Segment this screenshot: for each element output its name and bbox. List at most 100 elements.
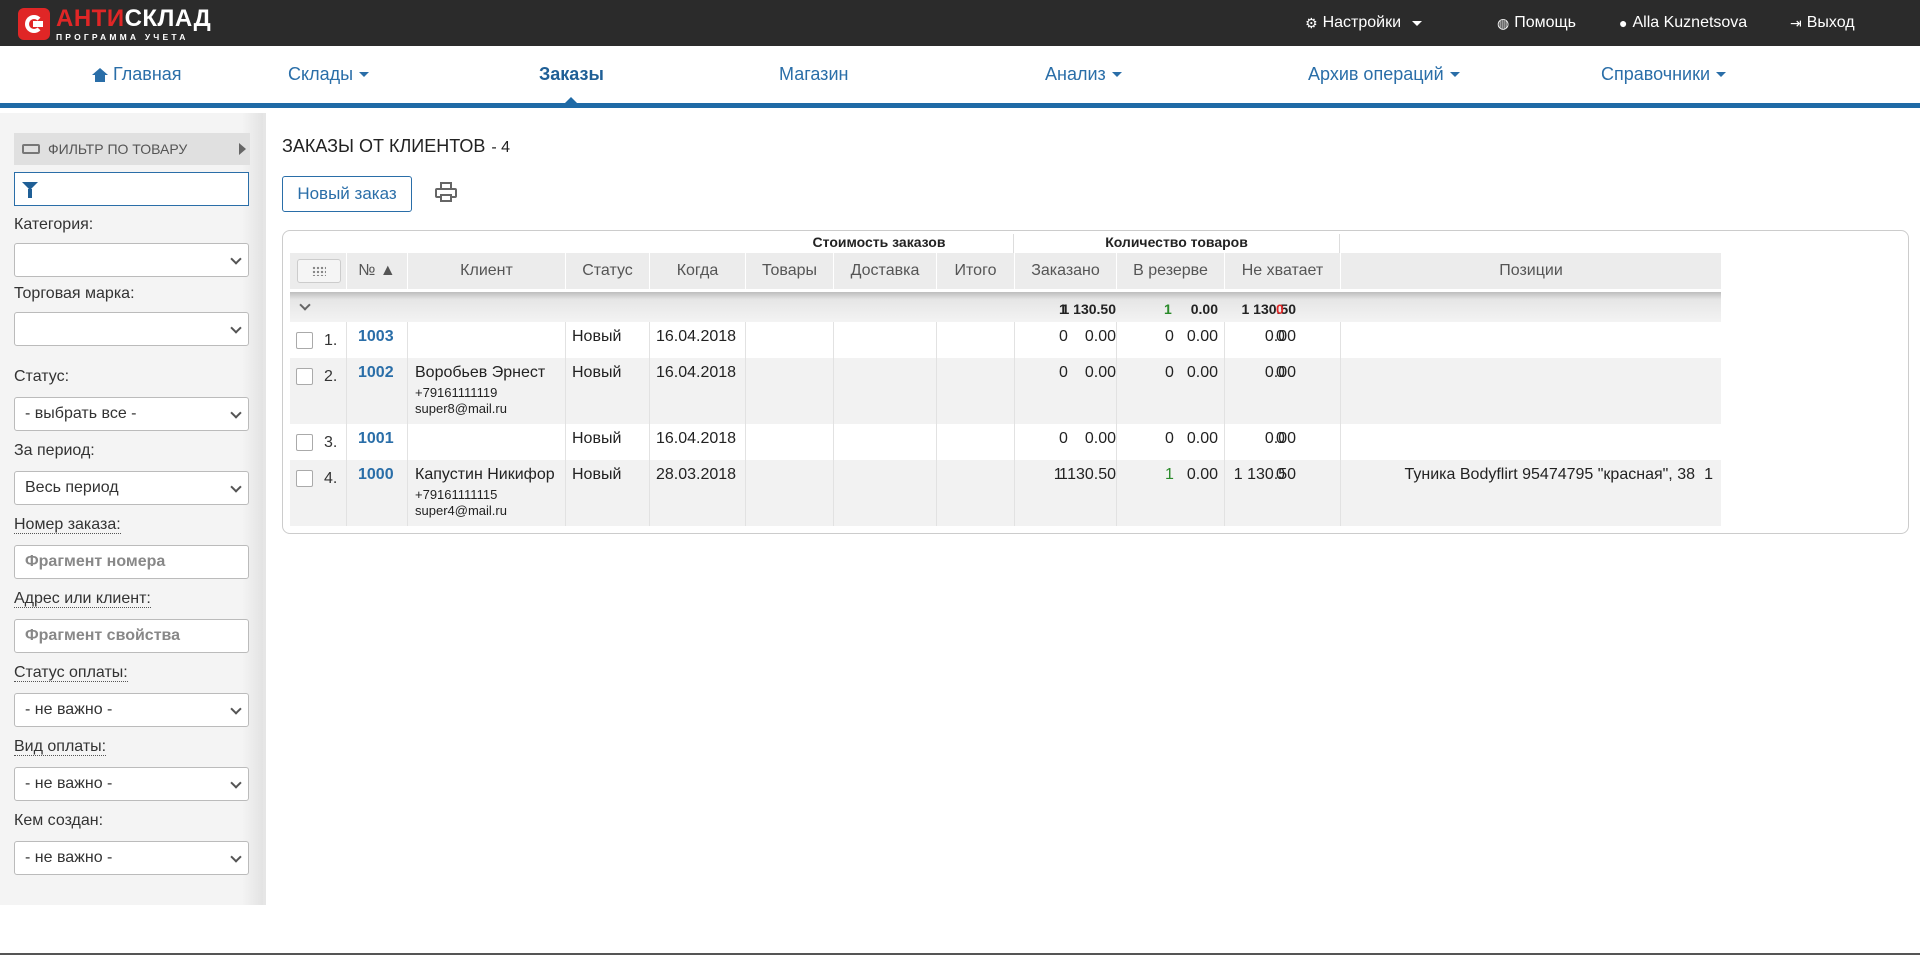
help-label: Помощь	[1514, 14, 1577, 31]
nav-shop-label: Магазин	[779, 64, 849, 84]
nav-orders[interactable]: Заказы	[539, 46, 604, 104]
client-name: Капустин Никифор	[415, 466, 555, 483]
logout-link[interactable]: ⇥ Выход	[1790, 0, 1855, 46]
table-row[interactable]: 4. 1000 Капустин Никифор +79161111115 su…	[290, 460, 1721, 526]
product-filter-input[interactable]	[14, 172, 249, 206]
row-checkbox[interactable]	[296, 470, 313, 487]
table-row[interactable]: 1. 1003 Новый 16.04.2018 0.00 0.00 0.00 …	[290, 322, 1721, 358]
chevron-down-icon	[230, 851, 242, 863]
client-email: super8@mail.ru	[415, 401, 507, 416]
expand-arrow-icon[interactable]	[239, 143, 246, 155]
row-number: 4.	[324, 470, 338, 487]
col-header-status[interactable]: Статус	[565, 253, 649, 289]
brand-label: Торговая марка:	[14, 285, 135, 302]
row-missing: 0	[1276, 328, 1285, 345]
category-label: Категория:	[14, 216, 94, 233]
col-header-no[interactable]: № ▲	[346, 253, 407, 289]
top-bar: АНТИСКЛАД ПРОГРАММА УЧЕТА ⚙ Настройки ◍ По…	[0, 0, 1920, 46]
column-divider	[649, 322, 650, 526]
summary-reserved: 1	[1164, 301, 1172, 317]
row-number: 2.	[324, 368, 338, 385]
chevron-down-icon	[230, 407, 242, 419]
address-input[interactable]: Фрагмент свойства	[14, 619, 249, 653]
print-icon[interactable]	[435, 182, 457, 204]
col-header-delivery[interactable]: Доставка	[833, 253, 936, 289]
product-filter-title: ФИЛЬТР ПО ТОВАРУ	[48, 141, 188, 157]
row-goods: 0.00	[1084, 364, 1116, 381]
chevron-down-icon	[230, 777, 242, 789]
table-row[interactable]: 3. 1001 Новый 16.04.2018 0.00 0.00 0.00 …	[290, 424, 1721, 460]
user-menu[interactable]: ● Alla Kuznetsova	[1619, 0, 1747, 46]
order-number-label: Номер заказа:	[14, 516, 121, 534]
app-logo[interactable]: АНТИСКЛАД ПРОГРАММА УЧЕТА	[18, 6, 211, 41]
chevron-down-icon	[230, 703, 242, 715]
row-ordered: 1	[1059, 466, 1068, 483]
logo-mark-icon	[18, 8, 50, 40]
created-by-select[interactable]: - не важно -	[14, 841, 249, 875]
columns-grid-icon[interactable]	[297, 259, 341, 283]
col-header-goods[interactable]: Товары	[745, 253, 833, 289]
nav-shop[interactable]: Магазин	[779, 46, 848, 103]
nav-home[interactable]: Главная	[92, 46, 182, 103]
row-delivery: 0.00	[1186, 466, 1218, 483]
row-number: 1.	[324, 332, 338, 349]
chevron-down-icon	[1716, 72, 1727, 77]
nav-analysis[interactable]: Анализ	[1045, 46, 1122, 103]
nav-refs[interactable]: Справочники	[1601, 46, 1727, 103]
payment-status-select[interactable]: - не важно -	[14, 693, 249, 727]
settings-menu[interactable]: ⚙ Настройки	[1305, 0, 1423, 46]
summary-goods: 1 130.50	[1061, 301, 1117, 317]
order-id-link[interactable]: 1003	[358, 328, 394, 346]
payment-type-select[interactable]: - не важно -	[14, 767, 249, 801]
payment-status-label-text: Статус оплаты:	[14, 664, 128, 682]
column-divider	[565, 322, 566, 526]
nav-home-label: Главная	[113, 64, 182, 84]
created-by-value: - не важно -	[25, 849, 113, 866]
order-id-link[interactable]: 1002	[358, 364, 394, 382]
category-select[interactable]	[14, 243, 249, 277]
row-checkbox[interactable]	[296, 332, 313, 349]
order-id-link[interactable]: 1001	[358, 430, 394, 448]
period-value: Весь период	[25, 479, 119, 496]
order-number-input[interactable]: Фрагмент номера	[14, 545, 249, 579]
row-date: 16.04.2018	[656, 430, 737, 447]
client-phone: +79161111119	[415, 385, 498, 400]
new-order-button[interactable]: Новый заказ	[282, 176, 412, 212]
table-row[interactable]: 2. 1002 Воробьев Эрнест +79161111119 sup…	[290, 358, 1721, 424]
status-select[interactable]: - выбрать все -	[14, 397, 249, 431]
col-header-reserved[interactable]: В резерве	[1116, 253, 1224, 289]
nav-archive-label: Архив операций	[1308, 64, 1444, 84]
funnel-icon	[22, 182, 38, 198]
nav-warehouses[interactable]: Склады	[288, 46, 370, 103]
row-checkbox[interactable]	[296, 368, 313, 385]
address-label-text: Адрес или клиент:	[14, 590, 151, 608]
period-select[interactable]: Весь период	[14, 471, 249, 505]
col-header-missing[interactable]: Не хватает	[1224, 253, 1340, 289]
product-filter-header[interactable]: ФИЛЬТР ПО ТОВАРУ	[14, 133, 250, 165]
period-label: За период:	[14, 442, 95, 459]
page-title: ЗАКАЗЫ ОТ КЛИЕНТОВ - 4	[282, 136, 510, 157]
col-header-total[interactable]: Итого	[936, 253, 1014, 289]
row-status: Новый	[572, 430, 622, 447]
row-status: Новый	[572, 466, 622, 483]
col-header-when[interactable]: Когда	[649, 253, 745, 289]
col-header-client[interactable]: Клиент	[407, 253, 565, 289]
settings-label: Настройки	[1322, 14, 1402, 31]
gear-icon: ⚙	[1305, 14, 1318, 31]
row-ordered: 0	[1059, 328, 1068, 345]
row-delivery: 0.00	[1186, 430, 1218, 447]
col-header-ordered[interactable]: Заказано	[1014, 253, 1116, 289]
brand-select[interactable]	[14, 312, 249, 346]
order-id-link[interactable]: 1000	[358, 466, 394, 484]
row-positions-qty: 1	[1704, 466, 1713, 483]
nav-archive[interactable]: Архив операций	[1308, 46, 1460, 103]
help-link[interactable]: ◍ Помощь	[1497, 0, 1576, 46]
payment-type-value: - не важно -	[25, 775, 113, 792]
client-email: super4@mail.ru	[415, 503, 507, 518]
pin-icon	[22, 144, 40, 154]
col-header-positions[interactable]: Позиции	[1340, 253, 1721, 289]
nav-orders-label: Заказы	[539, 64, 604, 84]
chevron-down-icon	[230, 322, 242, 334]
chevron-down-icon	[1449, 72, 1460, 77]
row-checkbox[interactable]	[296, 434, 313, 451]
